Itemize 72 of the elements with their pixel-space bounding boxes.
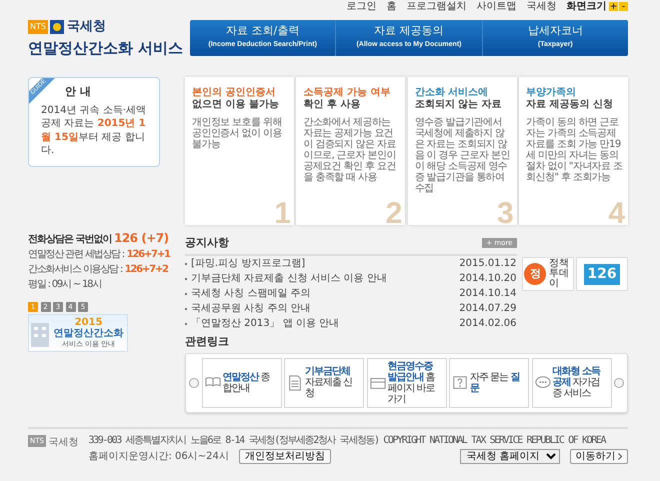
card-title-highlight: 간소화 서비스에 — [414, 87, 490, 99]
zoom-in-button[interactable]: + — [609, 2, 618, 11]
privacy-policy-button[interactable]: 개인정보처리방침 — [238, 449, 331, 464]
card-number: 2 — [386, 199, 402, 229]
card-title: 자료 제공동의 신청 — [526, 99, 614, 111]
top-link[interactable]: 홈 — [386, 0, 396, 13]
card-text: 영수증 발급기관에서 국세청에 제출하지 않은 자료는 조회되지 않음 이 경우 근로자 본인이 해당 소득공제 영수증 발급기관을 통하여 수집 — [414, 117, 511, 194]
related-link[interactable]: 기부금단체 자료제출 신청 — [284, 358, 364, 408]
footer-address: 339-003 세종특별자치시 노을6로 8-14 국세청(정부세종2청사 국세청동) COPYRIGHT NATIONAL TAX SERVICE REPUBLIC OF KOREA — [88, 434, 607, 446]
logo-badge: NTS — [28, 20, 48, 34]
site-select[interactable]: 국세청 홈페이지 — [460, 449, 560, 464]
card-title: 없으면 이용 불가능 — [192, 99, 280, 111]
related-link[interactable]: 연말정산 종합안내 — [202, 358, 282, 408]
next-button[interactable] — [614, 378, 624, 388]
notice-date: 2014.07.29 — [459, 302, 516, 316]
card-number: 3 — [496, 199, 514, 229]
font-size-label: 화면크기 — [566, 0, 606, 13]
top-link[interactable]: 사이트맵 — [476, 0, 516, 13]
center-number: 126 — [584, 264, 620, 284]
notice-link[interactable]: 국세공무원 사칭 주의 안내 — [191, 301, 311, 316]
card-text: 간소화에서 제공하는 자료는 공제가능 요건이 검증되지 않은 자료이므로, 근로자 본인이 공제요건 확인 후 요건을 충족할 때 사용 — [303, 117, 397, 183]
previous-button[interactable] — [189, 378, 199, 388]
notice-link[interactable]: [파밍.피싱 방지프로그램] — [191, 256, 306, 271]
footer-org: 국세청 — [48, 436, 78, 450]
service-hours: 홈페이지운영시간: 06시~24시 — [88, 450, 229, 464]
card-title: 조회되지 않는 자료 — [414, 99, 503, 111]
guide-text: 2014년 귀속 소득·세액공제 자료는 2015년 1월 15일부터 제공 합니다. — [41, 104, 147, 158]
card-title: 확인 후 사용 — [303, 99, 362, 111]
card-text: 개인정보 보호를 위해 공인인증서 없이 이용 불가능 — [192, 117, 283, 150]
phone-value: 126+7+1 — [126, 248, 170, 262]
speech-bubble-icon — [534, 374, 550, 390]
notice-date: 2014.10.14 — [459, 287, 516, 301]
card-number: 1 — [274, 199, 291, 229]
related-heading: 관련링크 — [185, 334, 230, 350]
document-icon — [287, 374, 303, 390]
emblem-icon — [50, 20, 64, 34]
phone-label: 연말정산 관련 세법상담 : — [28, 248, 124, 262]
question-icon — [452, 374, 468, 390]
guide-title: 안 내 — [65, 84, 92, 100]
card-text: 가족이 동의 하면 근로자는 가족의 소득공제 자료를 조회 가능 만19세 미만의 자녀는 동의 절차 없이 "자녀자료 조회신청" 후 조회가능 — [526, 117, 623, 183]
banner-label: 정책 투데이 — [548, 259, 570, 289]
notice-date: 2015.01.12 — [459, 257, 516, 271]
notice-link[interactable]: 「연말정산 2013」 앱 이용 안내 — [191, 316, 340, 331]
phone-headline: 전화상담은 국번없이 — [28, 232, 112, 246]
banner-year: 2015 — [74, 316, 104, 328]
notice-link[interactable]: 기부금단체 자료제출 신청 서비스 이용 안내 — [191, 271, 387, 286]
top-link[interactable]: 국세청 — [526, 0, 556, 13]
notice-date: 2014.10.20 — [459, 272, 516, 286]
phone-hours: 평일 : 09시 ~ 18시 — [28, 278, 102, 292]
top-link[interactable]: 프로그램설치 — [406, 0, 466, 13]
card-title-highlight: 부양가족의 — [526, 87, 578, 99]
logo-org: 국세청 — [66, 18, 106, 36]
related-link[interactable]: 자주 묻는 질문 — [449, 358, 529, 408]
top-link[interactable]: 로그인 — [346, 0, 376, 13]
zoom-out-button[interactable]: - — [619, 2, 628, 11]
go-button[interactable]: 이동하기 — [570, 449, 628, 464]
related-link[interactable]: 현금영수증 발급안내 홈페이지 바로가기 — [366, 358, 446, 408]
side-banner[interactable]: 정 정책 투데이 — [522, 257, 574, 291]
chevron-right-icon — [618, 453, 622, 460]
phone-label: 간소화서비스 이용상담 : — [28, 262, 122, 276]
card-title-highlight: 본인의 공인인증서 — [192, 87, 276, 99]
notice-link[interactable]: 국세청 사칭 스팸메일 주의 — [191, 286, 311, 301]
notice-date: 2014.02.06 — [459, 317, 516, 331]
logo-title[interactable]: 연말정산간소화 서비스 — [28, 36, 184, 59]
card-title-highlight: 소득공제 가능 여부 — [303, 87, 392, 99]
policy-logo: 정 — [524, 263, 546, 285]
phone-value: 126+7+2 — [124, 262, 168, 276]
phone-number: 126 (+7) — [114, 230, 169, 246]
card-number: 4 — [608, 199, 625, 229]
notice-heading: 공지사항 — [185, 235, 229, 251]
related-link[interactable]: 대화형 소득공제 자가검증 서비스 — [532, 358, 612, 408]
banner-title: 연말정산간소화 — [54, 328, 124, 339]
